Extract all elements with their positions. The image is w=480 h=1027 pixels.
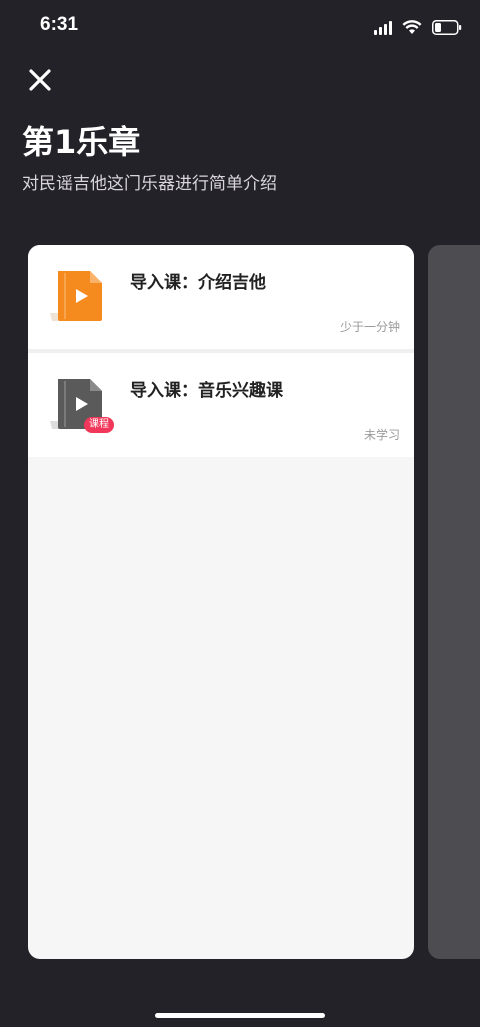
app-screen: 6:31 第1乐章 对民谣吉他这门乐器进行简单介绍 导入课：介绍吉他 少于一分钟… (0, 0, 480, 1027)
lesson-card: 导入课：介绍吉他 少于一分钟 课程 导入课：音乐兴趣课 未学习 (28, 245, 414, 959)
close-icon (29, 69, 51, 95)
chapter-title: 第1乐章 (22, 123, 141, 161)
lesson-status: 少于一分钟 (339, 320, 400, 334)
lesson-item[interactable]: 课程 导入课：音乐兴趣课 未学习 (28, 353, 414, 457)
close-button[interactable] (22, 64, 58, 100)
lesson-item[interactable]: 导入课：介绍吉他 少于一分钟 (28, 245, 414, 353)
status-bar: 6:31 (0, 0, 480, 50)
video-file-icon (50, 269, 110, 325)
next-chapter-card[interactable] (428, 245, 480, 959)
status-time: 6:31 (40, 14, 79, 35)
home-indicator[interactable] (155, 1013, 325, 1018)
wifi-icon (402, 19, 422, 35)
signal-icon (374, 19, 392, 35)
lesson-status: 未学习 (363, 428, 400, 442)
status-icons (374, 16, 462, 38)
lesson-title: 导入课：音乐兴趣课 (130, 381, 283, 401)
battery-icon (432, 19, 462, 35)
chapter-subtitle: 对民谣吉他这门乐器进行简单介绍 (22, 174, 277, 194)
course-badge: 课程 (84, 417, 114, 433)
lesson-title: 导入课：介绍吉他 (130, 273, 266, 293)
